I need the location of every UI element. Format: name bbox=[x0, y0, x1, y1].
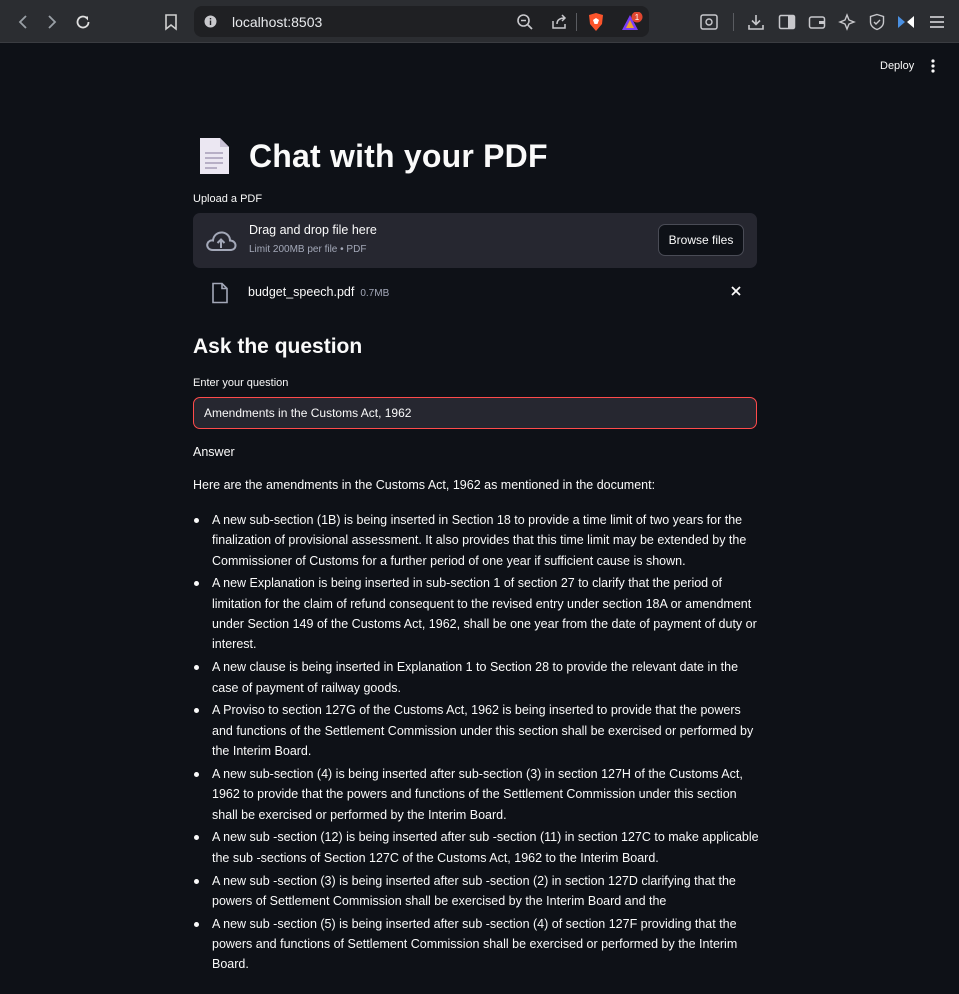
cloud-upload-icon bbox=[206, 231, 237, 251]
section-heading: Ask the question bbox=[193, 335, 363, 358]
list-item: A new clause is being inserted in Explan… bbox=[193, 657, 763, 698]
uploaded-file-name: budget_speech.pdf 0.7MB bbox=[248, 285, 389, 299]
list-item: A Proviso to section 127G of the Customs… bbox=[193, 700, 763, 761]
title-row: Chat with your PDF bbox=[197, 137, 548, 175]
list-item: A new sub-section (4) is being inserted … bbox=[193, 764, 763, 825]
question-input[interactable] bbox=[193, 397, 757, 429]
download-icon[interactable] bbox=[746, 12, 766, 32]
list-item: A new sub -section (3) is being inserted… bbox=[193, 871, 763, 912]
answer-list: A new sub-section (1B) is being inserted… bbox=[193, 510, 763, 977]
screenshot-icon[interactable] bbox=[699, 12, 719, 32]
site-info-icon[interactable] bbox=[204, 15, 217, 28]
separator bbox=[733, 13, 734, 31]
dropzone-limit: Limit 200MB per file • PDF bbox=[249, 244, 367, 255]
page-title: Chat with your PDF bbox=[249, 137, 548, 174]
dropzone-title: Drag and drop file here bbox=[249, 223, 377, 237]
address-bar[interactable]: localhost:8503 1 bbox=[194, 6, 649, 37]
list-item: A new sub -section (5) is being inserted… bbox=[193, 914, 763, 975]
file-dropzone[interactable]: Drag and drop file here Limit 200MB per … bbox=[193, 213, 757, 268]
extension-icon[interactable] bbox=[896, 12, 916, 32]
separator bbox=[576, 13, 577, 31]
share-icon[interactable] bbox=[550, 13, 568, 36]
file-icon bbox=[212, 282, 228, 304]
answer-intro: Here are the amendments in the Customs A… bbox=[193, 478, 656, 492]
zoom-icon[interactable] bbox=[516, 13, 534, 36]
upload-label: Upload a PDF bbox=[193, 193, 263, 205]
deploy-button[interactable]: Deploy bbox=[880, 60, 914, 72]
close-icon[interactable] bbox=[728, 284, 744, 302]
browse-files-button[interactable]: Browse files bbox=[658, 224, 744, 256]
vpn-icon[interactable] bbox=[867, 12, 887, 32]
menu-icon[interactable] bbox=[927, 12, 947, 32]
file-name-text: budget_speech.pdf bbox=[248, 285, 355, 299]
wallet-icon[interactable] bbox=[807, 12, 827, 32]
list-item: A new sub -section (12) is being inserte… bbox=[193, 827, 763, 868]
list-item: A new sub-section (1B) is being inserted… bbox=[193, 510, 763, 571]
forward-icon[interactable] bbox=[41, 11, 63, 33]
reload-icon[interactable] bbox=[72, 11, 94, 33]
sidebar-icon[interactable] bbox=[777, 12, 797, 32]
browser-toolbar: localhost:8503 1 bbox=[0, 0, 959, 43]
leo-icon[interactable] bbox=[837, 12, 857, 32]
file-size: 0.7MB bbox=[360, 288, 390, 299]
url-text[interactable]: localhost:8503 bbox=[232, 14, 322, 30]
back-icon[interactable] bbox=[12, 11, 34, 33]
kebab-icon[interactable] bbox=[926, 59, 940, 75]
brave-shield-icon[interactable] bbox=[587, 12, 605, 37]
document-icon bbox=[200, 138, 229, 174]
uploaded-file-row: budget_speech.pdf 0.7MB bbox=[193, 280, 757, 306]
svg-text:1: 1 bbox=[635, 13, 640, 22]
bookmark-icon[interactable] bbox=[160, 11, 182, 33]
brave-rewards-icon[interactable]: 1 bbox=[620, 11, 646, 39]
answer-label: Answer bbox=[193, 445, 235, 459]
question-label: Enter your question bbox=[193, 377, 289, 389]
list-item: A new Explanation is being inserted in s… bbox=[193, 573, 763, 654]
